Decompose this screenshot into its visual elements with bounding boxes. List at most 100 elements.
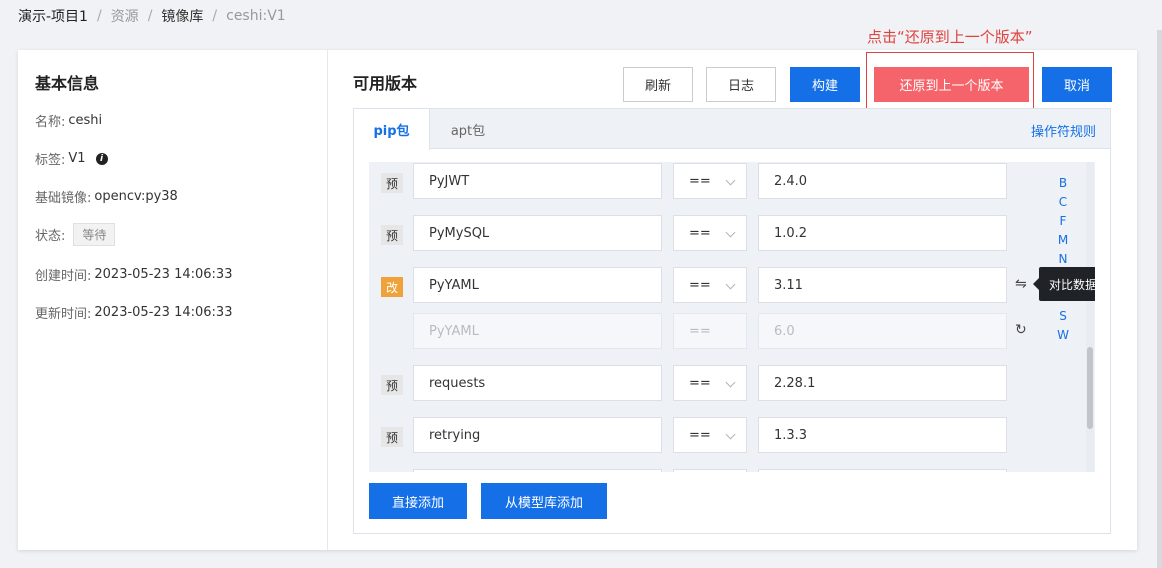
base-image-value: opencv:py38 — [94, 189, 178, 204]
operator-value: == — [689, 427, 711, 443]
status-label: 状态: — [35, 229, 66, 244]
package-row: 预 PyMySQL == 1.0.2 — [369, 215, 1029, 251]
index-letter[interactable]: W — [1057, 326, 1069, 345]
info-created: 创建时间: 2023-05-23 14:06:33 — [35, 265, 232, 284]
tab-pip[interactable]: pip包 — [354, 109, 430, 150]
index-letter[interactable]: B — [1059, 174, 1067, 193]
breadcrumb: 演示-项目1 / 资源 / 镜像库 / ceshi:V1 — [18, 6, 286, 26]
list-scrollbar[interactable] — [1086, 162, 1094, 472]
preset-badge: 预 — [381, 427, 403, 447]
compare-icon[interactable]: ⇋ — [1015, 276, 1027, 292]
info-name: 名称: ceshi — [35, 111, 102, 130]
operator-select[interactable]: == — [673, 365, 747, 401]
log-button[interactable]: 日志 — [706, 67, 776, 102]
chevron-down-icon — [725, 429, 736, 440]
version-input[interactable]: 1.3.3 — [758, 417, 1007, 453]
status-badge: 等待 — [73, 223, 116, 246]
base-image-label: 基础镜像: — [35, 191, 92, 206]
version-input[interactable]: 1.0.2 — [758, 215, 1007, 251]
scrollbar-thumb[interactable] — [1087, 347, 1093, 429]
operator-select[interactable] — [673, 469, 747, 472]
operator-select-disabled: == — [673, 313, 747, 349]
name-value: ceshi — [68, 113, 103, 128]
info-icon[interactable]: i — [95, 152, 108, 165]
package-row: 预 PyJWT == 2.4.0 — [369, 163, 1029, 199]
package-tabs: pip包 apt包 操作符规则 — [354, 109, 1110, 150]
tab-apt[interactable]: apt包 — [430, 109, 506, 149]
operator-select[interactable]: == — [673, 163, 747, 199]
undo-icon[interactable]: ↻ — [1015, 322, 1027, 338]
version-input[interactable]: 2.28.1 — [758, 365, 1007, 401]
operator-value: == — [689, 173, 711, 189]
operator-value: == — [689, 225, 711, 241]
operator-select[interactable]: == — [673, 215, 747, 251]
index-letter[interactable]: S — [1059, 307, 1067, 326]
operator-rules-link[interactable]: 操作符规则 — [1031, 121, 1096, 140]
version-input[interactable] — [758, 469, 1007, 472]
breadcrumb-separator: / — [96, 8, 102, 24]
preset-badge: 预 — [381, 173, 403, 193]
add-from-repo-button[interactable]: 从模型库添加 — [481, 483, 607, 519]
created-label: 创建时间: — [35, 269, 92, 284]
operator-select[interactable]: == — [673, 267, 747, 303]
breadcrumb-current: ceshi:V1 — [226, 8, 286, 24]
breadcrumb-image-repo[interactable]: 镜像库 — [161, 6, 203, 26]
package-name-input[interactable]: requests — [413, 365, 662, 401]
info-base-image: 基础镜像: opencv:py38 — [35, 187, 178, 206]
info-updated: 更新时间: 2023-05-23 14:06:33 — [35, 303, 232, 322]
package-row-changed: 改 PyYAML == 3.11 ⇋ — [369, 267, 1029, 303]
preset-badge: 预 — [381, 375, 403, 395]
package-row-original: PyYAML == 6.0 ↻ — [369, 313, 1029, 349]
package-name-input[interactable]: PyMySQL — [413, 215, 662, 251]
package-row-partial — [369, 469, 1029, 472]
version-input-disabled: 6.0 — [758, 313, 1007, 349]
refresh-button[interactable]: 刷新 — [623, 67, 693, 102]
info-tag: 标签: V1 i — [35, 149, 108, 168]
changed-badge: 改 — [381, 277, 403, 297]
package-panel: pip包 apt包 操作符规则 预 PyJWT == 2.4.0 预 PyMyS… — [353, 108, 1111, 534]
package-name-input[interactable]: retrying — [413, 417, 662, 453]
info-status: 状态: 等待 — [35, 223, 116, 246]
operator-select[interactable]: == — [673, 417, 747, 453]
basic-info-title: 基本信息 — [35, 74, 100, 93]
index-letter[interactable]: F — [1060, 212, 1067, 231]
chevron-down-icon — [725, 227, 736, 238]
package-row: 预 requests == 2.28.1 — [369, 365, 1029, 401]
package-name-input[interactable] — [413, 469, 662, 472]
package-name-input[interactable]: PyJWT — [413, 163, 662, 199]
version-input[interactable]: 2.4.0 — [758, 163, 1007, 199]
updated-label: 更新时间: — [35, 307, 92, 322]
page-scrollbar[interactable] — [1157, 30, 1162, 568]
preset-badge: 预 — [381, 225, 403, 245]
breadcrumb-resources[interactable]: 资源 — [111, 6, 139, 26]
tag-value: V1 — [68, 151, 86, 166]
chevron-down-icon — [725, 279, 736, 290]
package-row: 预 retrying == 1.3.3 — [369, 417, 1029, 453]
annotation-callout: 点击“还原到上一个版本” — [867, 28, 1033, 46]
index-letter[interactable]: C — [1059, 193, 1067, 212]
chevron-down-icon — [725, 175, 736, 186]
build-button[interactable]: 构建 — [790, 67, 860, 102]
breadcrumb-separator: / — [212, 8, 218, 24]
annotation-highlight-box — [866, 52, 1034, 112]
version-input[interactable]: 3.11 — [758, 267, 1007, 303]
index-letter[interactable]: M — [1058, 231, 1068, 250]
compare-tooltip: 对比数据 — [1032, 267, 1095, 301]
name-label: 名称: — [35, 115, 66, 130]
cancel-button[interactable]: 取消 — [1042, 67, 1112, 102]
breadcrumb-separator: / — [147, 8, 153, 24]
chevron-down-icon — [725, 377, 736, 388]
package-name-input-disabled: PyYAML — [413, 313, 662, 349]
breadcrumb-project[interactable]: 演示-项目1 — [18, 6, 88, 26]
operator-value: == — [689, 277, 711, 293]
basic-info-panel: 基本信息 名称: ceshi 标签: V1 i 基础镜像: opencv:py3… — [18, 50, 328, 550]
updated-value: 2023-05-23 14:06:33 — [94, 305, 233, 320]
package-list: 预 PyJWT == 2.4.0 预 PyMySQL == 1.0.2 改 Py… — [369, 162, 1095, 472]
image-detail-card: 基本信息 名称: ceshi 标签: V1 i 基础镜像: opencv:py3… — [18, 50, 1137, 550]
package-name-input[interactable]: PyYAML — [413, 267, 662, 303]
tag-label: 标签: — [35, 153, 66, 168]
add-direct-button[interactable]: 直接添加 — [369, 483, 467, 519]
operator-value: == — [689, 375, 711, 391]
alphabet-index: B C F M N P R S W — [1056, 174, 1070, 345]
created-value: 2023-05-23 14:06:33 — [94, 267, 233, 282]
